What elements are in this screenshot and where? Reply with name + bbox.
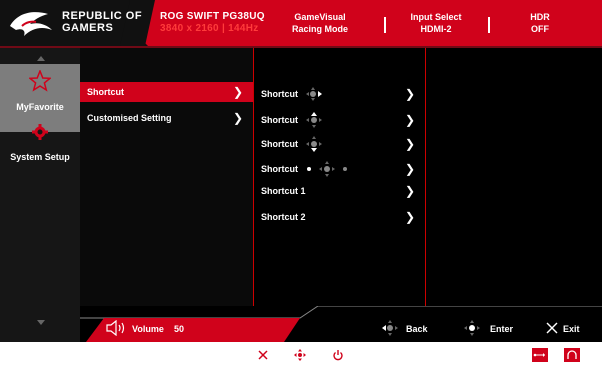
brand-name: REPUBLIC OF GAMERS bbox=[62, 10, 142, 34]
submenu-item-label: Shortcut bbox=[261, 139, 298, 149]
submenu-item-shortcut-press[interactable]: Shortcut ❯ bbox=[254, 159, 425, 179]
joystick-down-icon bbox=[306, 136, 322, 152]
model-resolution: 3840 x 2160 | 144Hz bbox=[160, 23, 259, 34]
brand-line1: REPUBLIC OF bbox=[62, 10, 143, 22]
osd-menu: REPUBLIC OF GAMERS ROG SWIFT PG38UQ 3840… bbox=[0, 0, 602, 342]
submenu-item-label: Shortcut bbox=[261, 115, 298, 125]
close-key-icon[interactable] bbox=[258, 350, 268, 360]
submenu-item-shortcut-down[interactable]: Shortcut ❯ bbox=[254, 134, 425, 154]
submenu-item-label: Shortcut bbox=[261, 89, 298, 99]
chevron-right-icon: ❯ bbox=[404, 162, 415, 176]
chevron-right-icon: ❯ bbox=[404, 137, 415, 151]
submenu-item-shortcut-2[interactable]: Shortcut 2 ❯ bbox=[254, 207, 425, 227]
submenu-item-label: Shortcut 2 bbox=[261, 212, 306, 222]
sidebar: MyFavorite System Setup bbox=[0, 48, 80, 342]
status-divider bbox=[384, 17, 386, 33]
status-input-value: HDMI-2 bbox=[420, 24, 452, 34]
status-hdr-title: HDR bbox=[530, 12, 550, 22]
chevron-right-icon: ❯ bbox=[404, 87, 415, 101]
model-name: ROG SWIFT PG38UQ bbox=[160, 11, 265, 22]
model-info: ROG SWIFT PG38UQ 3840 x 2160 | 144Hz bbox=[160, 11, 265, 35]
joystick-key-icon[interactable] bbox=[294, 349, 306, 361]
sidebar-item-label: MyFavorite bbox=[16, 102, 64, 112]
status-hdr-value: OFF bbox=[531, 24, 549, 34]
menu-item-shortcut[interactable]: Shortcut ❯ bbox=[80, 82, 253, 102]
submenu-item-label: Shortcut 1 bbox=[261, 186, 306, 196]
menu-item-label: Customised Setting bbox=[87, 113, 172, 123]
headset-key-icon[interactable] bbox=[564, 348, 580, 362]
usb-key-icon[interactable] bbox=[532, 348, 548, 362]
joystick-right-icon bbox=[306, 87, 322, 101]
joystick-press-icon bbox=[464, 320, 480, 336]
menu-item-label: Shortcut bbox=[87, 87, 124, 97]
status-divider bbox=[488, 17, 490, 33]
status-input-title: Input Select bbox=[410, 12, 462, 22]
volume-icon bbox=[106, 320, 125, 336]
submenu-column: Shortcut ❯ Shortcut ❯ Shortcut ❯ Shortcu… bbox=[253, 48, 426, 306]
status-gamevisual-value: Racing Mode bbox=[291, 24, 348, 34]
submenu-item-shortcut-right[interactable]: Shortcut ❯ bbox=[254, 84, 425, 104]
chevron-right-icon: ❯ bbox=[232, 111, 243, 125]
submenu-item-label: Shortcut bbox=[261, 164, 298, 174]
status-gamevisual-title: GameVisual bbox=[294, 12, 346, 22]
chevron-right-icon: ❯ bbox=[404, 210, 415, 224]
volume-label: Volume bbox=[132, 324, 164, 334]
star-icon bbox=[29, 70, 51, 92]
joystick-press-icon bbox=[307, 161, 347, 177]
power-icon[interactable] bbox=[332, 349, 344, 361]
chevron-right-icon: ❯ bbox=[232, 85, 243, 99]
scroll-up-icon[interactable] bbox=[37, 56, 45, 61]
status-input-select: Input Select HDMI-2 bbox=[396, 11, 476, 35]
header: REPUBLIC OF GAMERS ROG SWIFT PG38UQ 3840… bbox=[0, 0, 602, 48]
footer: Volume 50 Back Enter Exit bbox=[0, 306, 602, 342]
brand-line2: GAMERS bbox=[62, 22, 114, 34]
submenu-item-shortcut-1[interactable]: Shortcut 1 ❯ bbox=[254, 181, 425, 201]
rog-logo-icon bbox=[10, 12, 52, 36]
exit-button[interactable]: Exit bbox=[563, 324, 580, 334]
chevron-right-icon: ❯ bbox=[404, 184, 415, 198]
enter-button[interactable]: Enter bbox=[490, 324, 513, 334]
submenu-item-shortcut-up[interactable]: Shortcut ❯ bbox=[254, 110, 425, 130]
status-gamevisual: GameVisual Racing Mode bbox=[280, 11, 360, 35]
sidebar-item-system-setup[interactable]: System Setup bbox=[0, 118, 80, 186]
joystick-up-icon bbox=[306, 112, 322, 128]
gear-icon bbox=[32, 124, 48, 140]
menu-column: Shortcut ❯ Customised Setting ❯ bbox=[80, 48, 253, 306]
volume-value: 50 bbox=[174, 324, 185, 334]
back-button[interactable]: Back bbox=[406, 324, 428, 334]
close-icon bbox=[546, 322, 558, 334]
chevron-right-icon: ❯ bbox=[404, 113, 415, 127]
menu-item-customised-setting[interactable]: Customised Setting ❯ bbox=[80, 108, 253, 128]
sidebar-item-label: System Setup bbox=[10, 152, 70, 162]
status-hdr: HDR OFF bbox=[500, 11, 580, 35]
joystick-left-icon bbox=[382, 320, 398, 336]
